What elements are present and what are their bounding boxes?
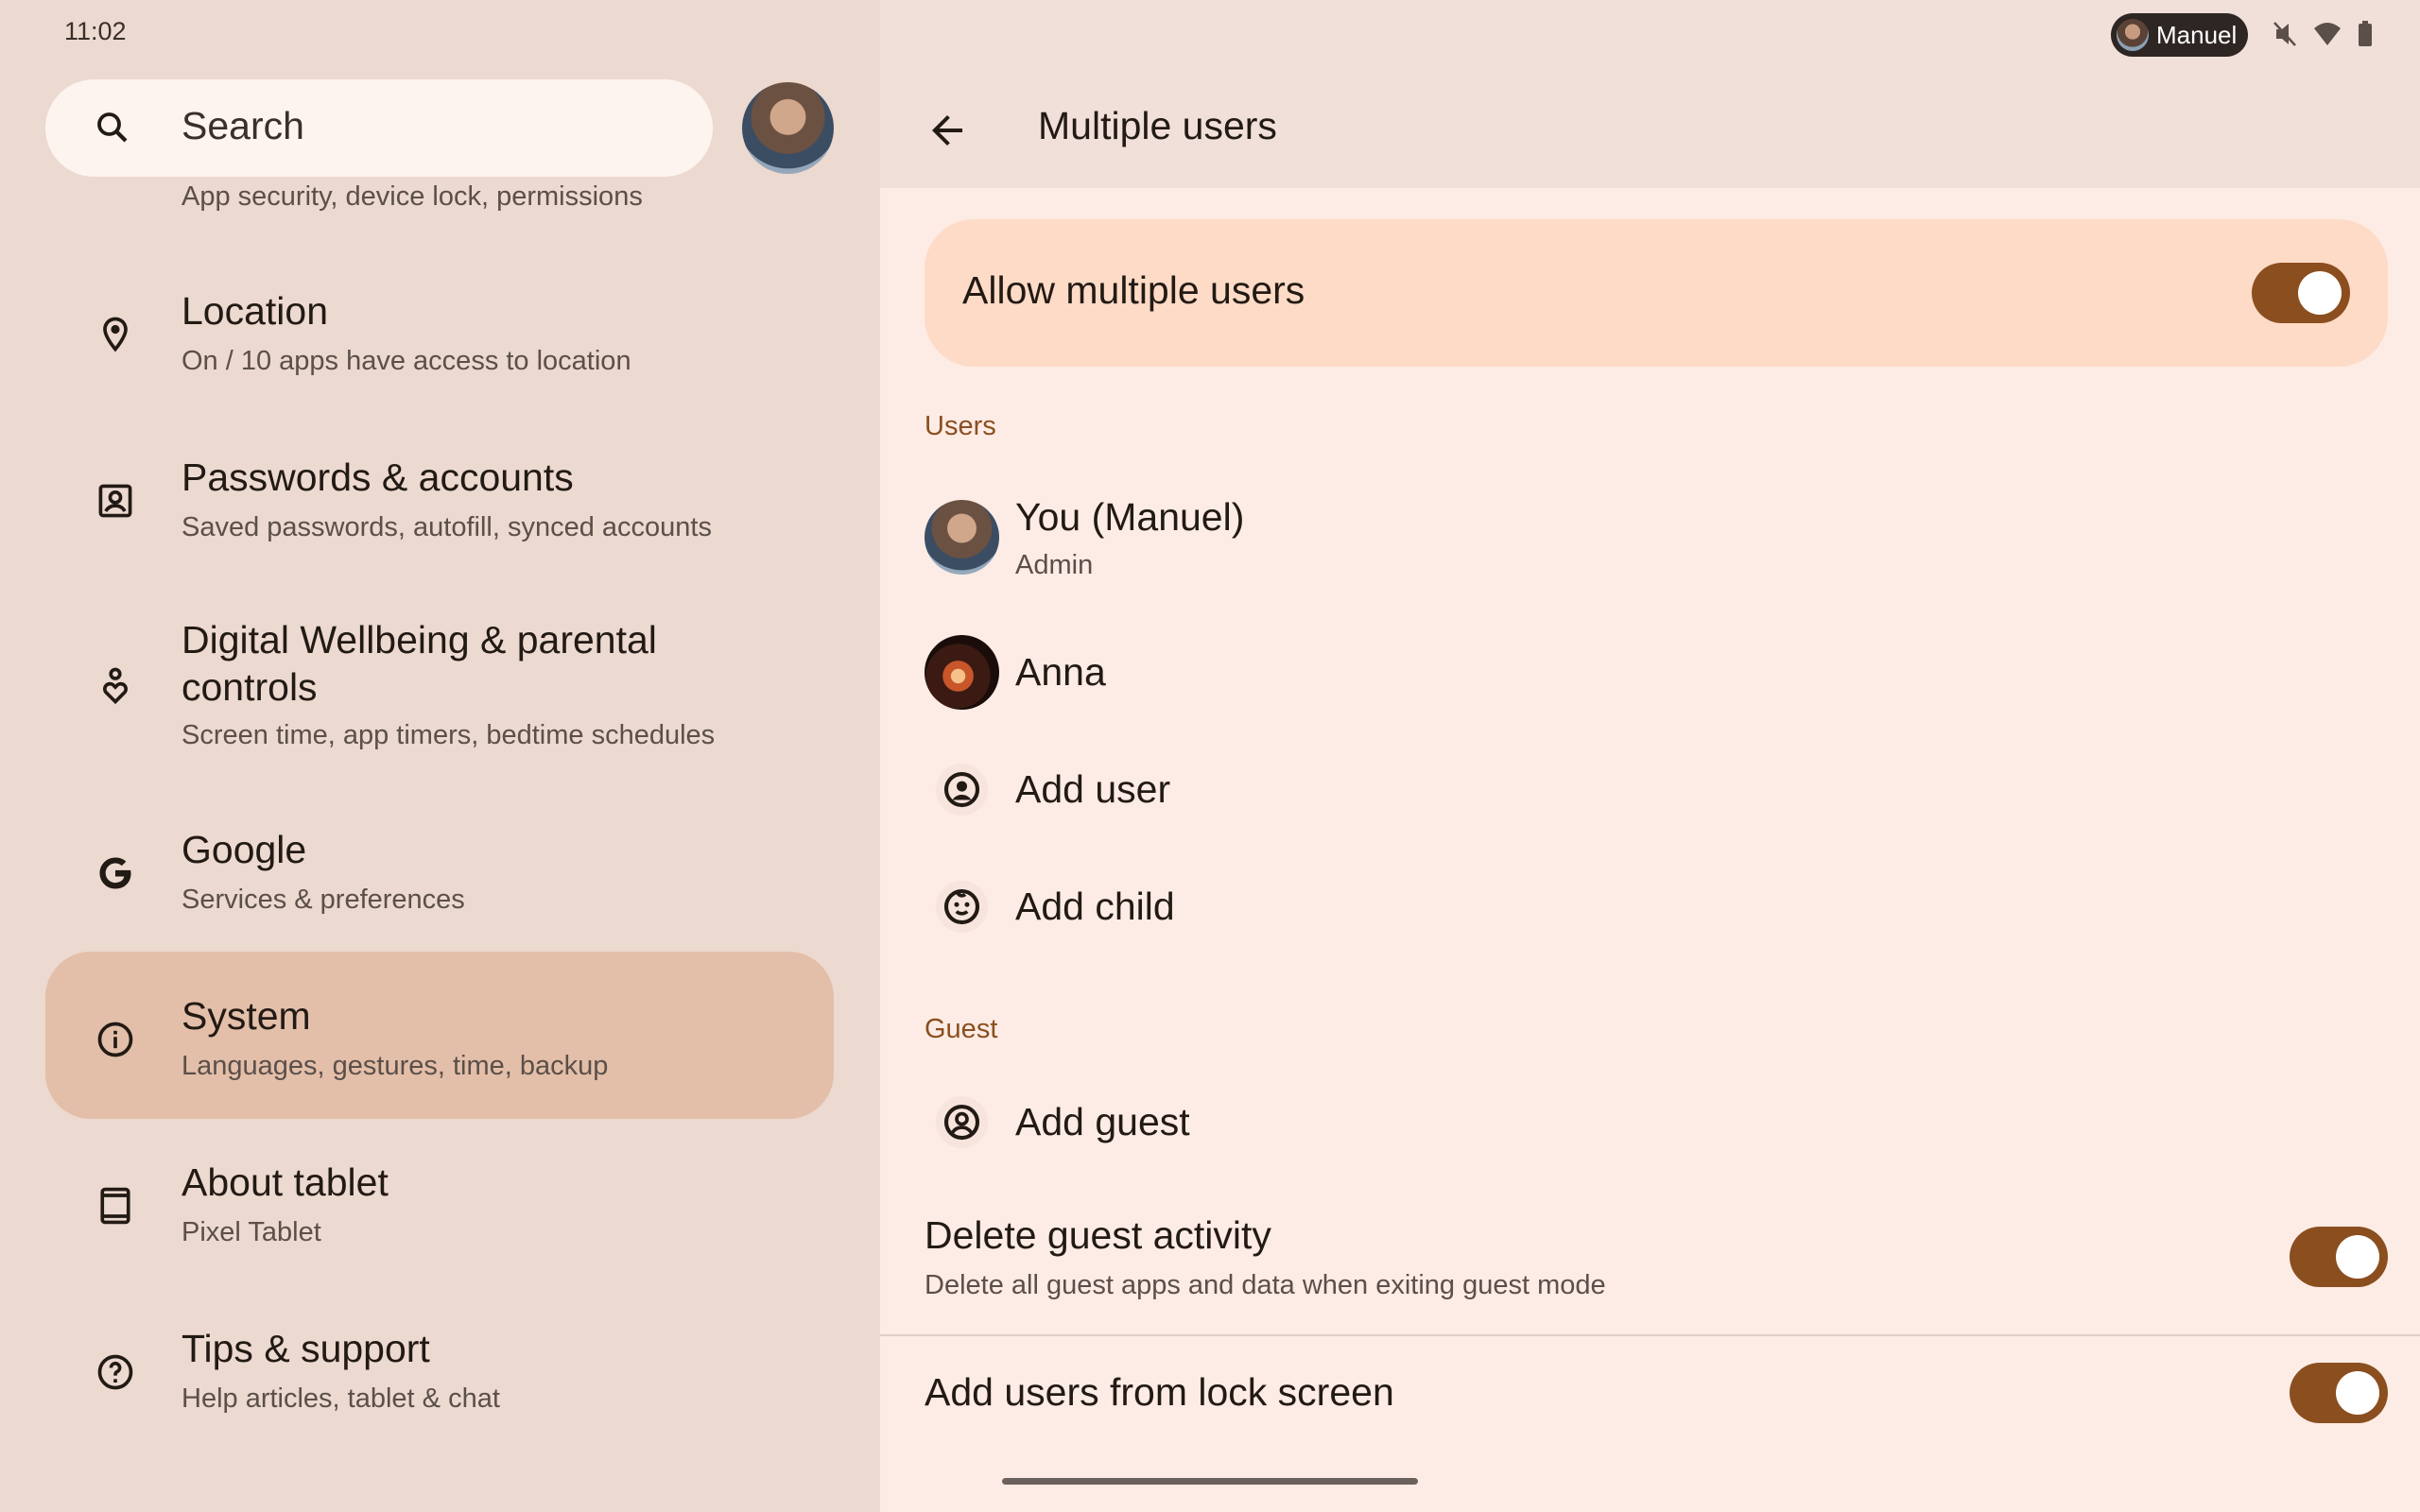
settings-item-tips-title: Tips & support <box>182 1327 430 1370</box>
add-users-from-lock-screen-row[interactable]: Add users from lock screen <box>925 1357 2388 1429</box>
settings-item-digital-wellbeing[interactable]: Digital Wellbeing & parental controls Sc… <box>45 605 834 775</box>
divider <box>880 1334 2420 1336</box>
allow-multiple-users-label: Allow multiple users <box>962 268 1305 312</box>
settings-item-about-title: About tablet <box>182 1160 389 1204</box>
user-chip-label: Manuel <box>2156 21 2238 49</box>
gesture-nav-handle[interactable] <box>1002 1478 1418 1485</box>
settings-item-google-subtitle: Services & preferences <box>182 885 465 915</box>
settings-item-passwords-subtitle: Saved passwords, autofill, synced accoun… <box>182 512 712 542</box>
tablet-icon <box>95 1185 136 1231</box>
settings-item-location-subtitle: On / 10 apps have access to location <box>182 346 631 376</box>
delete-guest-activity-title: Delete guest activity <box>925 1213 1271 1257</box>
users-section-header: Users <box>925 411 996 441</box>
settings-item-passwords-accounts[interactable]: Passwords & accounts Saved passwords, au… <box>45 442 834 565</box>
add-user-label: Add user <box>1015 767 1171 811</box>
user-row-anna[interactable]: Anna <box>925 631 2388 716</box>
add-child-label: Add child <box>1015 885 1175 928</box>
add-guest-row[interactable]: Add guest <box>925 1089 2388 1157</box>
account-avatar[interactable] <box>742 82 834 174</box>
location-pin-icon <box>95 314 136 360</box>
settings-item-location[interactable]: Location On / 10 apps have access to loc… <box>45 276 834 399</box>
settings-item-system-subtitle: Languages, gestures, time, backup <box>182 1051 609 1081</box>
user-name-anna: Anna <box>1015 650 1106 694</box>
delete-guest-activity-toggle[interactable] <box>2290 1227 2388 1287</box>
user-avatar-anna <box>925 635 999 710</box>
delete-guest-activity-row[interactable]: Delete guest activity Delete all guest a… <box>925 1202 2388 1315</box>
current-user-chip[interactable]: Manuel <box>2111 13 2248 57</box>
settings-item-tips-support[interactable]: Tips & support Help articles, tablet & c… <box>45 1314 834 1436</box>
allow-multiple-users-row[interactable]: Allow multiple users <box>925 219 2388 367</box>
search-bar[interactable]: Search <box>45 79 713 177</box>
page-title: Multiple users <box>1038 104 1277 147</box>
child-face-icon <box>936 881 988 933</box>
settings-item-system-title: System <box>182 994 311 1038</box>
settings-item-location-title: Location <box>182 289 329 333</box>
add-child-row[interactable]: Add child <box>925 873 2388 941</box>
settings-item-google[interactable]: Google Services & preferences <box>45 815 834 937</box>
user-chip-avatar <box>2117 19 2149 51</box>
settings-item-wellbeing-subtitle: Screen time, app timers, bedtime schedul… <box>182 720 716 750</box>
settings-item-about-subtitle: Pixel Tablet <box>182 1217 321 1247</box>
settings-item-about-tablet[interactable]: About tablet Pixel Tablet <box>45 1147 834 1270</box>
settings-item-google-title: Google <box>182 828 307 871</box>
wifi-icon <box>2314 23 2341 45</box>
settings-item-system[interactable]: System Languages, gestures, time, backup <box>45 981 834 1104</box>
mute-icon <box>2273 22 2296 46</box>
settings-item-wellbeing-title-line2: controls <box>182 665 318 709</box>
wellbeing-icon <box>95 665 136 712</box>
account-box-icon <box>95 480 136 526</box>
add-user-row[interactable]: Add user <box>925 756 2388 824</box>
help-icon <box>95 1351 136 1398</box>
settings-item-wellbeing-title-line1: Digital Wellbeing & parental <box>182 618 657 662</box>
search-label: Search <box>182 104 304 147</box>
settings-item-passwords-title: Passwords & accounts <box>182 455 574 499</box>
add-users-from-lock-screen-toggle[interactable] <box>2290 1363 2388 1423</box>
user-role-manuel: Admin <box>1015 550 1094 580</box>
battery-icon <box>2359 21 2372 46</box>
search-icon <box>93 108 132 152</box>
guest-section-header: Guest <box>925 1014 998 1044</box>
person-circle-icon <box>936 764 988 816</box>
settings-item-tips-subtitle: Help articles, tablet & chat <box>182 1383 500 1414</box>
person-circle-icon <box>936 1096 988 1148</box>
delete-guest-activity-subtitle: Delete all guest apps and data when exit… <box>925 1270 1606 1300</box>
system-status-icons <box>2273 17 2395 56</box>
user-row-manuel[interactable]: You (Manuel) Admin <box>925 491 2388 586</box>
user-name-manuel: You (Manuel) <box>1015 495 1245 539</box>
settings-item-security-subtitle: App security, device lock, permissions <box>182 181 643 212</box>
status-time: 11:02 <box>64 17 127 45</box>
google-icon <box>95 852 136 899</box>
add-users-from-lock-screen-title: Add users from lock screen <box>925 1370 1394 1414</box>
add-guest-label: Add guest <box>1015 1100 1190 1143</box>
info-icon <box>95 1019 136 1065</box>
settings-navigation-pane: App security, device lock, permissions L… <box>0 0 880 1512</box>
settings-item-security[interactable]: App security, device lock, permissions <box>45 170 834 227</box>
user-avatar-manuel <box>925 500 999 575</box>
allow-multiple-users-toggle[interactable] <box>2252 263 2350 323</box>
back-arrow-icon[interactable] <box>925 108 970 158</box>
